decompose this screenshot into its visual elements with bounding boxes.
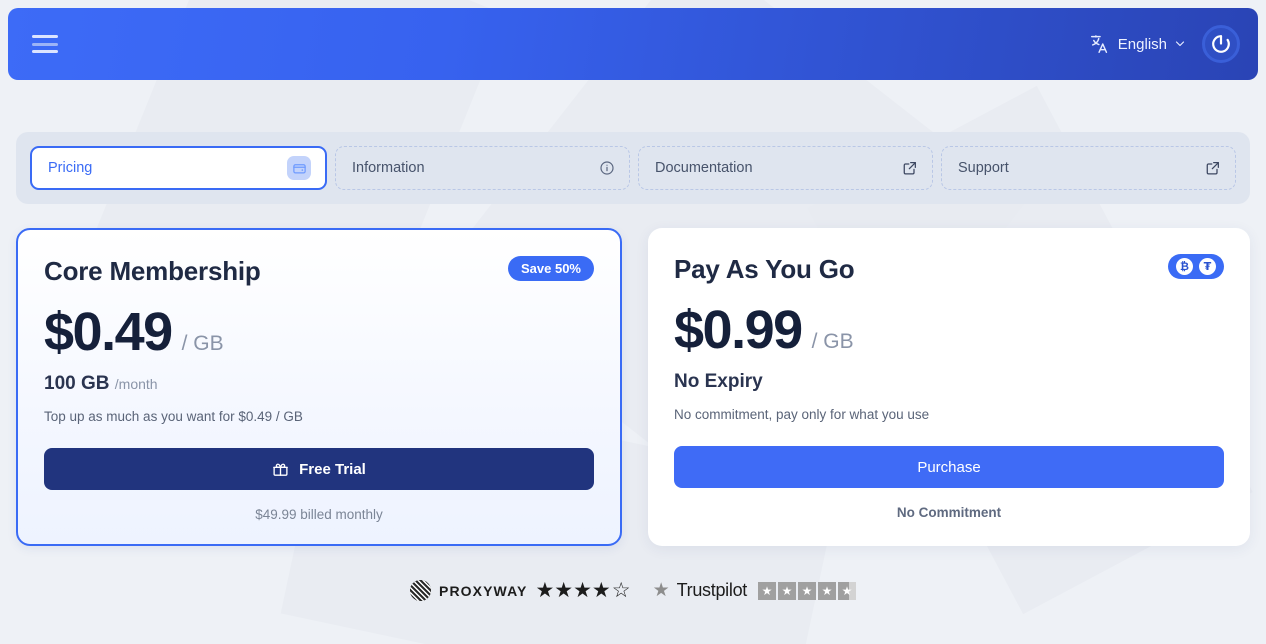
core-card-header: Core Membership Save 50% bbox=[44, 256, 594, 287]
core-price: $0.49 bbox=[44, 302, 173, 362]
plan-card-pay-as-you-go: Pay As You Go ₿ ₮ $0.99 / GB No Expiry N… bbox=[648, 228, 1250, 546]
tab-pricing-label: Pricing bbox=[48, 160, 93, 176]
core-quota-row: 100 GB /month bbox=[44, 373, 594, 395]
payg-plan-title: Pay As You Go bbox=[674, 254, 855, 284]
proxyway-logo-icon bbox=[410, 580, 432, 601]
tab-documentation[interactable]: Documentation bbox=[638, 146, 933, 190]
crypto-payment-badge: ₿ ₮ bbox=[1168, 254, 1224, 279]
hamburger-icon[interactable] bbox=[32, 35, 58, 53]
purchase-label: Purchase bbox=[917, 458, 981, 476]
power-logo-icon bbox=[1212, 35, 1230, 53]
pricing-cards: Core Membership Save 50% $0.49 / GB 100 … bbox=[16, 228, 1250, 546]
payg-price-unit: / GB bbox=[811, 330, 854, 353]
core-price-unit: / GB bbox=[181, 332, 224, 355]
purchase-button[interactable]: Purchase bbox=[674, 446, 1224, 488]
info-circle-icon bbox=[600, 161, 614, 175]
external-link-icon bbox=[903, 162, 916, 175]
header-actions: English bbox=[1089, 25, 1240, 63]
core-quota-period: /month bbox=[114, 376, 158, 392]
core-footnote: $49.99 billed monthly bbox=[255, 507, 383, 522]
proxyway-full-stars: ★★★★ bbox=[535, 579, 611, 602]
payg-expiry: No Expiry bbox=[674, 371, 763, 392]
trustpilot-rating: ★ ★ ★ ★ ★ bbox=[757, 581, 856, 600]
proxyway-badge: PROXYWAY ★★★★ ☆ bbox=[410, 578, 631, 603]
payg-price: $0.99 bbox=[674, 300, 803, 360]
payg-card-header: Pay As You Go ₿ ₮ bbox=[674, 254, 1224, 285]
trustpilot-star-icon: ★ bbox=[652, 580, 670, 601]
logo-power-button[interactable] bbox=[1202, 25, 1240, 63]
trustpilot-star-box: ★ bbox=[777, 581, 796, 600]
trustpilot-star-box-partial: ★ bbox=[837, 581, 856, 600]
core-description: Top up as much as you want for $0.49 / G… bbox=[44, 409, 303, 424]
plan-card-core-membership: Core Membership Save 50% $0.49 / GB 100 … bbox=[16, 228, 622, 546]
tab-support-label: Support bbox=[958, 160, 1009, 176]
core-plan-title: Core Membership bbox=[44, 256, 261, 286]
trustpilot-star-box: ★ bbox=[797, 581, 816, 600]
language-label: English bbox=[1117, 35, 1167, 53]
proxyway-stars: ★★★★ ☆ bbox=[535, 578, 630, 603]
tab-pricing-icon bbox=[287, 156, 311, 180]
payg-price-row: $0.99 / GB bbox=[674, 303, 1224, 357]
chevron-down-icon bbox=[1175, 41, 1185, 47]
translate-icon bbox=[1090, 35, 1107, 53]
tab-support[interactable]: Support bbox=[941, 146, 1236, 190]
proxyway-half-star: ☆ bbox=[611, 579, 631, 602]
free-trial-button[interactable]: Free Trial bbox=[44, 448, 594, 490]
save-badge: Save 50% bbox=[508, 256, 594, 281]
wallet-icon bbox=[287, 156, 311, 180]
proxyway-name: PROXYWAY bbox=[439, 582, 528, 599]
trust-badges: PROXYWAY ★★★★ ☆ ★ Trustpilot ★ ★ ★ ★ ★ bbox=[0, 578, 1266, 603]
external-link-icon bbox=[1206, 162, 1219, 175]
core-quota: 100 GB bbox=[44, 373, 110, 394]
language-selector[interactable]: English bbox=[1089, 33, 1186, 55]
tab-pricing[interactable]: Pricing bbox=[30, 146, 327, 190]
payg-footnote: No Commitment bbox=[896, 505, 1002, 520]
payg-description: No commitment, pay only for what you use bbox=[674, 407, 930, 422]
gift-icon bbox=[273, 463, 289, 476]
free-trial-label: Free Trial bbox=[299, 460, 366, 478]
tab-information-label: Information bbox=[352, 160, 425, 176]
trustpilot-star-box: ★ bbox=[757, 581, 776, 600]
trustpilot-star-box: ★ bbox=[817, 581, 836, 600]
tab-bar: Pricing Information Documentation Suppor… bbox=[16, 132, 1250, 204]
page-root: English Pricing Information Documentatio… bbox=[0, 0, 1266, 644]
tab-information[interactable]: Information bbox=[335, 146, 630, 190]
tether-icon: ₮ bbox=[1199, 258, 1216, 275]
trustpilot-badge: ★ Trustpilot ★ ★ ★ ★ ★ bbox=[653, 579, 856, 602]
trustpilot-name: Trustpilot bbox=[676, 580, 748, 600]
core-price-row: $0.49 / GB bbox=[44, 305, 594, 359]
bitcoin-icon: ₿ bbox=[1176, 258, 1193, 275]
tab-documentation-label: Documentation bbox=[655, 160, 753, 176]
app-header: English bbox=[8, 8, 1258, 80]
